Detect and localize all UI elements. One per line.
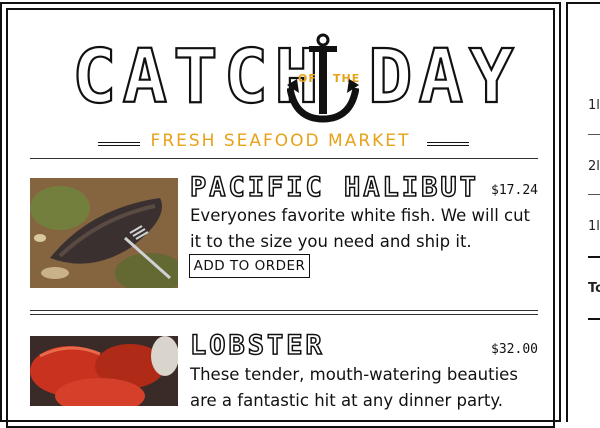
header-divider: [30, 158, 538, 159]
add-to-order-button[interactable]: ADD TO ORDER: [189, 254, 310, 278]
order-divider: [588, 256, 600, 258]
order-row: 1l: [588, 98, 600, 113]
product-description: These tender, mouth-watering beauties ar…: [190, 365, 518, 410]
tagline-dash-right: [427, 142, 469, 146]
order-divider: [588, 134, 600, 135]
product-price: $17.24: [491, 183, 538, 198]
product-name: PACIFIC HALIBUT: [189, 171, 479, 204]
order-divider: [588, 318, 600, 320]
product-name: LOBSTER: [189, 329, 325, 362]
product-price: $32.00: [491, 342, 538, 357]
lobster-photo: [30, 336, 178, 406]
order-total-label: To: [588, 281, 600, 296]
order-panel: 1l 2l 1l To: [566, 2, 600, 422]
logo-text-day: DAY: [367, 34, 520, 120]
product-description: Everyones favorite white fish. We will c…: [190, 206, 531, 251]
order-divider: [588, 194, 600, 195]
product-divider: [30, 310, 538, 315]
halibut-photo: [30, 178, 178, 288]
order-row: 2l: [588, 159, 600, 174]
order-row: 1l: [588, 219, 600, 234]
anchor-icon: [287, 33, 359, 123]
tagline: FRESH SEAFOOD MARKET: [150, 131, 411, 151]
